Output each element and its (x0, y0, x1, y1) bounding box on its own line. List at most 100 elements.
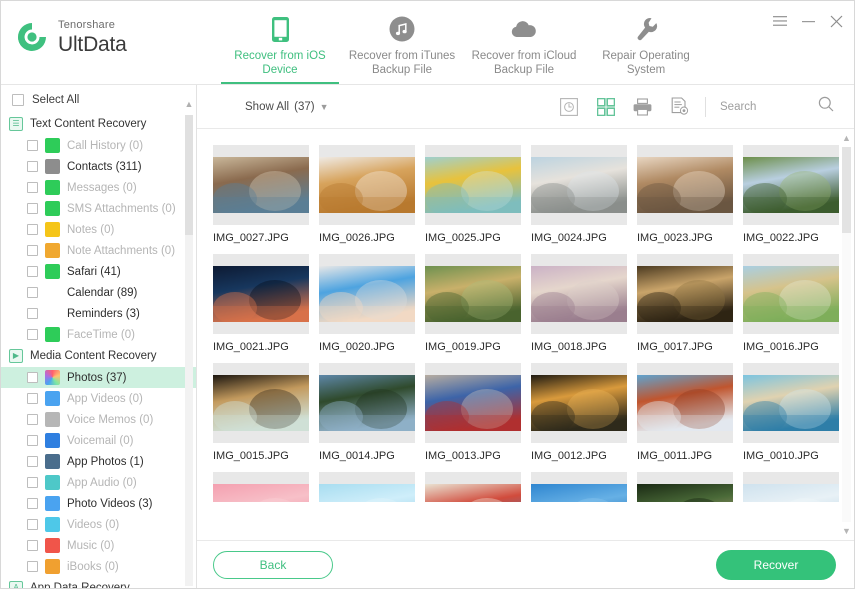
close-button[interactable] (828, 13, 844, 29)
sidebar-item-safari-41[interactable]: Safari (41) (1, 261, 196, 282)
sidebar-item-checkbox[interactable] (27, 477, 38, 488)
photo-thumbnail[interactable] (531, 472, 627, 502)
sidebar-item-checkbox[interactable] (27, 372, 38, 383)
sidebar-scrollbar[interactable]: ▲ (184, 99, 194, 586)
photo-cell[interactable]: IMG_0026.JPG (313, 139, 419, 248)
photo-thumbnail[interactable] (319, 254, 415, 334)
grid-view-icon[interactable] (596, 97, 615, 116)
sidebar-scroll-thumb[interactable] (185, 115, 193, 235)
sidebar-item-voicemail-0[interactable]: Voicemail (0) (1, 430, 196, 451)
sidebar-item-app-videos-0[interactable]: App Videos (0) (1, 388, 196, 409)
photo-thumbnail[interactable] (637, 472, 733, 502)
sidebar-item-checkbox[interactable] (27, 161, 38, 172)
photo-thumbnail[interactable] (743, 472, 839, 502)
sidebar-item-notes-0[interactable]: Notes (0) (1, 219, 196, 240)
sidebar-item-checkbox[interactable] (27, 140, 38, 151)
photo-cell[interactable]: IMG_0019.JPG (419, 248, 525, 357)
photo-thumbnail[interactable] (531, 145, 627, 225)
back-button[interactable]: Back (213, 550, 333, 579)
photo-thumbnail[interactable] (637, 254, 733, 334)
sidebar-item-checkbox[interactable] (27, 224, 38, 235)
search-box[interactable] (720, 96, 838, 117)
photo-thumbnail[interactable] (319, 145, 415, 225)
photo-cell[interactable]: IMG_0015.JPG (207, 357, 313, 466)
sidebar-item-contacts-311[interactable]: Contacts (311) (1, 156, 196, 177)
photo-cell[interactable]: IMG_0017.JPG (631, 248, 737, 357)
print-icon[interactable] (633, 97, 652, 116)
photo-cell[interactable]: IMG_0012.JPG (525, 357, 631, 466)
sidebar-item-photos-37[interactable]: Photos (37) (1, 367, 196, 388)
photo-cell[interactable]: IMG_0016.JPG (737, 248, 843, 357)
photo-cell[interactable]: IMG_0020.JPG (313, 248, 419, 357)
export-settings-icon[interactable] (670, 97, 689, 116)
photo-cell[interactable] (737, 466, 843, 506)
menu-button[interactable] (772, 13, 788, 29)
sidebar-group-header[interactable]: ▶ Media Content Recovery (1, 345, 196, 367)
photo-cell[interactable]: IMG_0010.JPG (737, 357, 843, 466)
select-all-checkbox[interactable] (12, 94, 24, 106)
sidebar-item-checkbox[interactable] (27, 561, 38, 572)
grid-scroll-down-arrow[interactable]: ▼ (841, 526, 852, 536)
photo-thumbnail[interactable] (743, 363, 839, 443)
photo-thumbnail[interactable] (425, 472, 521, 502)
sidebar-item-messages-0[interactable]: Messages (0) (1, 177, 196, 198)
sidebar-item-checkbox[interactable] (27, 287, 38, 298)
recover-button[interactable]: Recover (716, 549, 836, 580)
sidebar-item-call-history-0[interactable]: Call History (0) (1, 135, 196, 156)
grid-scrollbar[interactable]: ▲ ▼ (841, 133, 852, 536)
photo-thumbnail[interactable] (213, 254, 309, 334)
photo-thumbnail[interactable] (213, 363, 309, 443)
tab-recover-from-itunes-backup[interactable]: Recover from iTunes Backup File (341, 11, 463, 85)
sidebar-item-ibooks-0[interactable]: iBooks (0) (1, 556, 196, 577)
show-all-dropdown[interactable]: Show All (37) ▼ (245, 101, 328, 113)
photo-cell[interactable] (207, 466, 313, 506)
sidebar-item-photo-videos-3[interactable]: Photo Videos (3) (1, 493, 196, 514)
select-all-row[interactable]: Select All (1, 87, 196, 113)
photo-cell[interactable]: IMG_0025.JPG (419, 139, 525, 248)
sidebar-item-checkbox[interactable] (27, 182, 38, 193)
tab-recover-from-ios-device[interactable]: Recover from iOS Device (219, 11, 341, 85)
grid-scroll-up-arrow[interactable]: ▲ (841, 133, 852, 143)
tab-recover-from-icloud-backup[interactable]: Recover from iCloud Backup File (463, 11, 585, 85)
photo-thumbnail[interactable] (425, 363, 521, 443)
photo-thumbnail[interactable] (637, 363, 733, 443)
sidebar-item-facetime-0[interactable]: FaceTime (0) (1, 324, 196, 345)
tab-repair-operating-system[interactable]: Repair Operating System (585, 11, 707, 85)
photo-cell[interactable]: IMG_0024.JPG (525, 139, 631, 248)
sidebar-item-note-attachments-0[interactable]: Note Attachments (0) (1, 240, 196, 261)
sidebar-item-checkbox[interactable] (27, 414, 38, 425)
sidebar-item-voice-memos-0[interactable]: Voice Memos (0) (1, 409, 196, 430)
photo-thumbnail[interactable] (743, 145, 839, 225)
timeline-view-icon[interactable] (559, 97, 578, 116)
photo-thumbnail[interactable] (637, 145, 733, 225)
sidebar-item-checkbox[interactable] (27, 456, 38, 467)
photo-thumbnail[interactable] (319, 363, 415, 443)
search-icon[interactable] (818, 96, 834, 117)
photo-cell[interactable]: IMG_0023.JPG (631, 139, 737, 248)
sidebar-item-checkbox[interactable] (27, 266, 38, 277)
photo-cell[interactable]: IMG_0014.JPG (313, 357, 419, 466)
photo-cell[interactable] (631, 466, 737, 506)
photo-thumbnail[interactable] (213, 145, 309, 225)
photo-thumbnail[interactable] (425, 145, 521, 225)
photo-cell[interactable]: IMG_0011.JPG (631, 357, 737, 466)
sidebar-group-header[interactable]: A App Data Recovery (1, 577, 196, 588)
sidebar-item-checkbox[interactable] (27, 245, 38, 256)
sidebar-item-checkbox[interactable] (27, 498, 38, 509)
photo-cell[interactable]: IMG_0021.JPG (207, 248, 313, 357)
minimize-button[interactable] (800, 13, 816, 29)
sidebar-item-calendar-89[interactable]: Calendar (89) (1, 282, 196, 303)
sidebar-item-reminders-3[interactable]: Reminders (3) (1, 303, 196, 324)
sidebar-item-music-0[interactable]: Music (0) (1, 535, 196, 556)
sidebar-item-app-photos-1[interactable]: App Photos (1) (1, 451, 196, 472)
sidebar-item-checkbox[interactable] (27, 519, 38, 530)
sidebar-item-checkbox[interactable] (27, 435, 38, 446)
sidebar-item-checkbox[interactable] (27, 540, 38, 551)
photo-thumbnail[interactable] (531, 363, 627, 443)
sidebar-item-videos-0[interactable]: Videos (0) (1, 514, 196, 535)
photo-thumbnail[interactable] (425, 254, 521, 334)
sidebar-item-checkbox[interactable] (27, 308, 38, 319)
scroll-up-arrow[interactable]: ▲ (184, 99, 194, 109)
grid-scroll-thumb[interactable] (842, 147, 851, 233)
sidebar-item-app-audio-0[interactable]: App Audio (0) (1, 472, 196, 493)
